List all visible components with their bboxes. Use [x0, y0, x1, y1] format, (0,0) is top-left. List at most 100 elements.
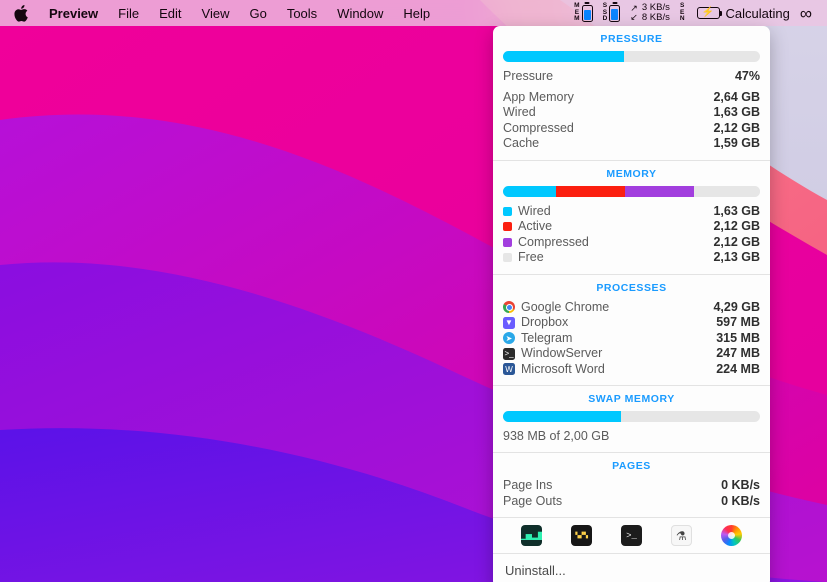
ssd-letter-d: D — [603, 16, 608, 22]
wired-value: 1,63 GB — [713, 105, 760, 121]
pressure-label: Pressure — [503, 69, 553, 85]
pressure-row-wired: Wired 1,63 GB — [503, 105, 760, 121]
pressure-bar — [503, 51, 760, 62]
page-outs-value: 0 KB/s — [721, 494, 760, 510]
memory-gauge-icon — [582, 5, 593, 22]
memory-row-active: Active 2,12 GB — [503, 219, 760, 235]
chrome-icon — [503, 301, 515, 313]
swap-bar — [503, 411, 760, 422]
network-arrows: ↗ ↙ — [630, 4, 638, 22]
memory-active-label: Active — [503, 219, 552, 235]
processes-section: PROCESSES Google Chrome 4,29 GB ▼ Dropbo… — [493, 274, 770, 386]
compressed-value: 2,12 GB — [713, 121, 760, 137]
ssd-gauge-icon — [609, 5, 620, 22]
menu-item-view[interactable]: View — [192, 0, 240, 26]
uninstall-button[interactable]: Uninstall... — [493, 553, 770, 582]
memory-wired-label: Wired — [503, 204, 551, 220]
battery-status-text: Calculating — [726, 6, 790, 21]
menu-bar: Preview File Edit View Go Tools Window H… — [0, 0, 827, 26]
download-speed: 8 KB/s — [642, 13, 670, 24]
ssd-label: S S D — [603, 3, 608, 22]
status-infinity[interactable]: ∞ — [795, 0, 817, 26]
terminal-amber-icon[interactable]: ▚▞▚ — [571, 525, 592, 546]
process-row-chrome[interactable]: Google Chrome 4,29 GB — [503, 300, 760, 316]
network-speeds: 3 KB/s 8 KB/s — [642, 3, 670, 24]
process-telegram-value: 315 MB — [716, 331, 760, 347]
apple-menu-icon[interactable] — [0, 0, 39, 26]
process-row-word[interactable]: W Microsoft Word 224 MB — [503, 362, 760, 378]
pressure-row-pressure: Pressure 47% — [503, 69, 760, 85]
pressure-bar-fill — [503, 51, 624, 62]
menu-item-go[interactable]: Go — [239, 0, 276, 26]
telegram-icon: ➤ — [503, 332, 515, 344]
memory-free-text: Free — [518, 250, 544, 266]
activity-monitor-icon[interactable]: ▁▅▂▇ — [521, 525, 542, 546]
menu-item-tools[interactable]: Tools — [277, 0, 327, 26]
pressure-value: 47% — [735, 69, 760, 85]
free-swatch-icon — [503, 253, 512, 262]
pages-section: PAGES Page Ins 0 KB/s Page Outs 0 KB/s — [493, 452, 770, 517]
process-telegram-label: ➤ Telegram — [503, 331, 572, 347]
terminal-icon[interactable]: >_ — [621, 525, 642, 546]
pages-row-ins: Page Ins 0 KB/s — [503, 478, 760, 494]
memory-seg-wired — [503, 186, 556, 197]
memory-wired-text: Wired — [518, 204, 551, 220]
pages-section-title: PAGES — [503, 460, 760, 472]
memory-compressed-label: Compressed — [503, 235, 589, 251]
process-row-windowserver[interactable]: >_ WindowServer 247 MB — [503, 346, 760, 362]
process-row-telegram[interactable]: ➤ Telegram 315 MB — [503, 331, 760, 347]
process-row-dropbox[interactable]: ▼ Dropbox 597 MB — [503, 315, 760, 331]
memory-free-label: Free — [503, 250, 544, 266]
status-sensors[interactable]: S E N — [675, 0, 692, 26]
process-word-label: W Microsoft Word — [503, 362, 605, 378]
page-ins-value: 0 KB/s — [721, 478, 760, 494]
menu-bar-status-area: M E M S S D ↗ ↙ 3 KB/s — [569, 0, 827, 26]
page-outs-label: Page Outs — [503, 494, 562, 510]
memory-row-compressed: Compressed 2,12 GB — [503, 235, 760, 251]
mem-letter-m2: M — [574, 16, 579, 22]
menu-bar-left: Preview File Edit View Go Tools Window H… — [0, 0, 440, 26]
app-memory-value: 2,64 GB — [713, 90, 760, 106]
bolt-icon: ⚡ — [702, 8, 714, 18]
process-word-value: 224 MB — [716, 362, 760, 378]
status-memory-gauge[interactable]: M E M — [569, 0, 597, 26]
status-battery[interactable]: ⚡ Calculating — [692, 0, 795, 26]
cache-label: Cache — [503, 136, 539, 152]
process-chrome-label: Google Chrome — [503, 300, 609, 316]
compressed-label: Compressed — [503, 121, 574, 137]
swap-bar-fill — [503, 411, 621, 422]
mem-label: M E M — [574, 3, 579, 22]
wired-swatch-icon — [503, 207, 512, 216]
process-dropbox-label: ▼ Dropbox — [503, 315, 568, 331]
battery-charging-icon: ⚡ — [697, 7, 720, 19]
memory-active-value: 2,12 GB — [713, 219, 760, 235]
pressure-row-compressed: Compressed 2,12 GB — [503, 121, 760, 137]
lab-flask-icon[interactable]: ⚗ — [671, 525, 692, 546]
swap-usage-text: 938 MB of 2,00 GB — [503, 429, 760, 444]
page-ins-label: Page Ins — [503, 478, 552, 494]
menu-item-file[interactable]: File — [108, 0, 149, 26]
wired-label: Wired — [503, 105, 536, 121]
process-windowserver-name: WindowServer — [521, 346, 602, 362]
status-ssd-gauge[interactable]: S S D — [598, 0, 626, 26]
memory-section-title: MEMORY — [503, 168, 760, 180]
panel-toolbar: ▁▅▂▇ ▚▞▚ >_ ⚗ — [493, 517, 770, 553]
menu-item-edit[interactable]: Edit — [149, 0, 191, 26]
color-wheel-icon[interactable] — [721, 525, 742, 546]
menu-item-window[interactable]: Window — [327, 0, 393, 26]
windowserver-icon: >_ — [503, 348, 515, 360]
pages-row-outs: Page Outs 0 KB/s — [503, 494, 760, 510]
cache-value: 1,59 GB — [713, 136, 760, 152]
sen-label: S E N — [680, 3, 685, 22]
memory-compressed-value: 2,12 GB — [713, 235, 760, 251]
memory-wired-value: 1,63 GB — [713, 204, 760, 220]
process-chrome-value: 4,29 GB — [713, 300, 760, 316]
status-network[interactable]: ↗ ↙ 3 KB/s 8 KB/s — [625, 0, 675, 26]
dropbox-icon: ▼ — [503, 317, 515, 329]
active-swatch-icon — [503, 222, 512, 231]
system-monitor-panel: PRESSURE Pressure 47% App Memory 2,64 GB… — [493, 26, 770, 582]
menu-item-preview[interactable]: Preview — [39, 0, 108, 26]
process-dropbox-value: 597 MB — [716, 315, 760, 331]
swap-section-title: SWAP MEMORY — [503, 393, 760, 405]
menu-item-help[interactable]: Help — [393, 0, 440, 26]
